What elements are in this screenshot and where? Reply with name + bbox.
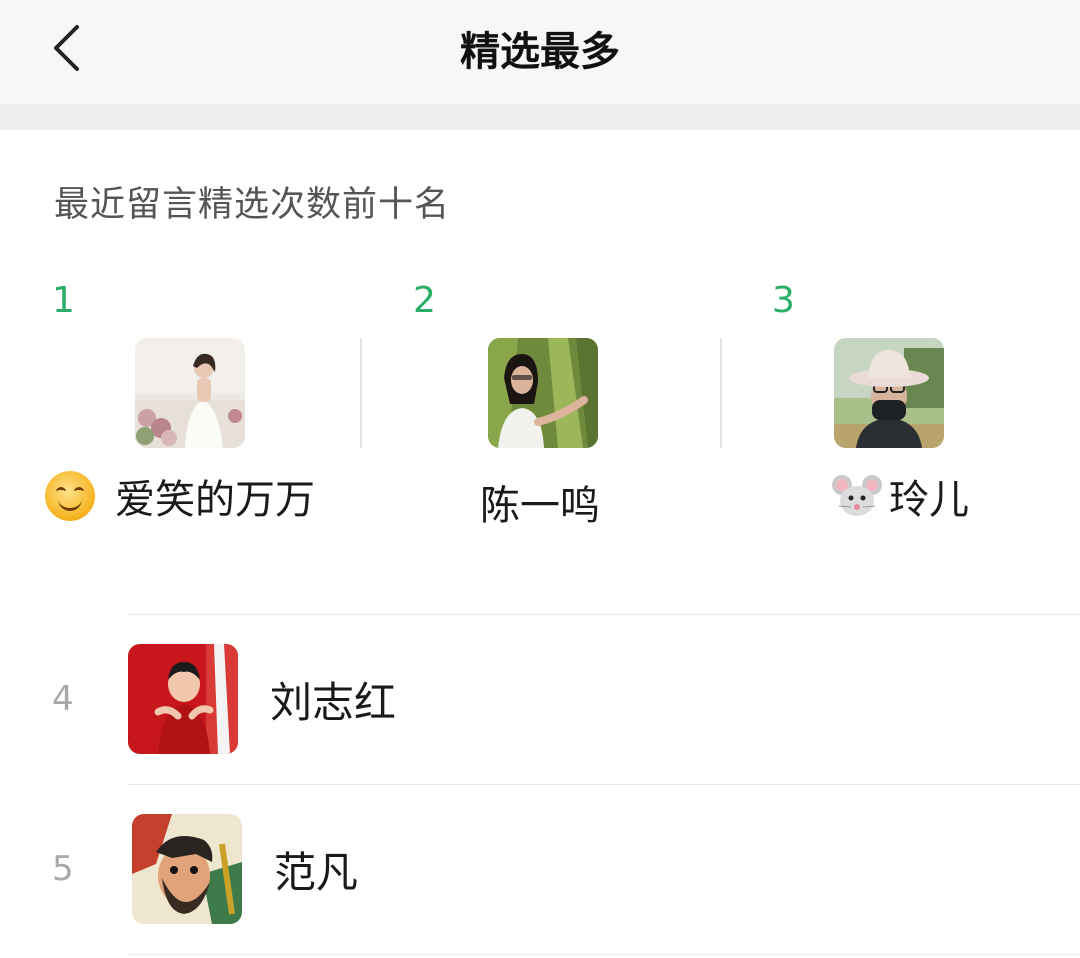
row-divider <box>128 954 1080 955</box>
name-label: 爱笑的万万 <box>115 477 315 523</box>
name-label: 玲儿 <box>889 477 969 523</box>
mouse-face-emoji <box>832 475 882 516</box>
avatar[interactable] <box>128 644 238 754</box>
top-item-name: 玲儿 <box>720 466 1080 526</box>
top-three: 1 爱笑的万万 2 陈一鸣 3 玲儿 <box>0 270 1080 560</box>
rank-number: 2 <box>413 280 436 321</box>
nav-bar: 精选最多 <box>0 0 1080 104</box>
name-label: 陈一鸣 <box>480 483 600 529</box>
smiling-face-emoji <box>45 471 95 521</box>
top-item-name: 陈一鸣 <box>360 466 720 529</box>
section-subtitle: 最近留言精选次数前十名 <box>54 185 451 225</box>
name-label: 范凡 <box>274 847 359 897</box>
rank-number: 1 <box>52 280 75 321</box>
list-item[interactable]: 5 范凡 <box>0 784 1080 954</box>
section-gap <box>0 104 1080 130</box>
avatar[interactable] <box>488 338 598 448</box>
avatar[interactable] <box>834 338 944 448</box>
rank-number: 5 <box>52 849 74 889</box>
top-item-2[interactable]: 2 陈一鸣 <box>360 270 720 560</box>
rank-number: 3 <box>772 280 795 321</box>
top-item-name: 爱笑的万万 <box>0 466 360 526</box>
rank-number: 4 <box>52 679 74 719</box>
list-item[interactable]: 4 刘志红 <box>0 614 1080 784</box>
page-title: 精选最多 <box>460 29 620 75</box>
avatar[interactable] <box>135 338 245 448</box>
top-item-1[interactable]: 1 爱笑的万万 <box>0 270 360 560</box>
top-item-3[interactable]: 3 玲儿 <box>720 270 1080 560</box>
name-label: 刘志红 <box>270 677 397 727</box>
avatar[interactable] <box>132 814 242 924</box>
